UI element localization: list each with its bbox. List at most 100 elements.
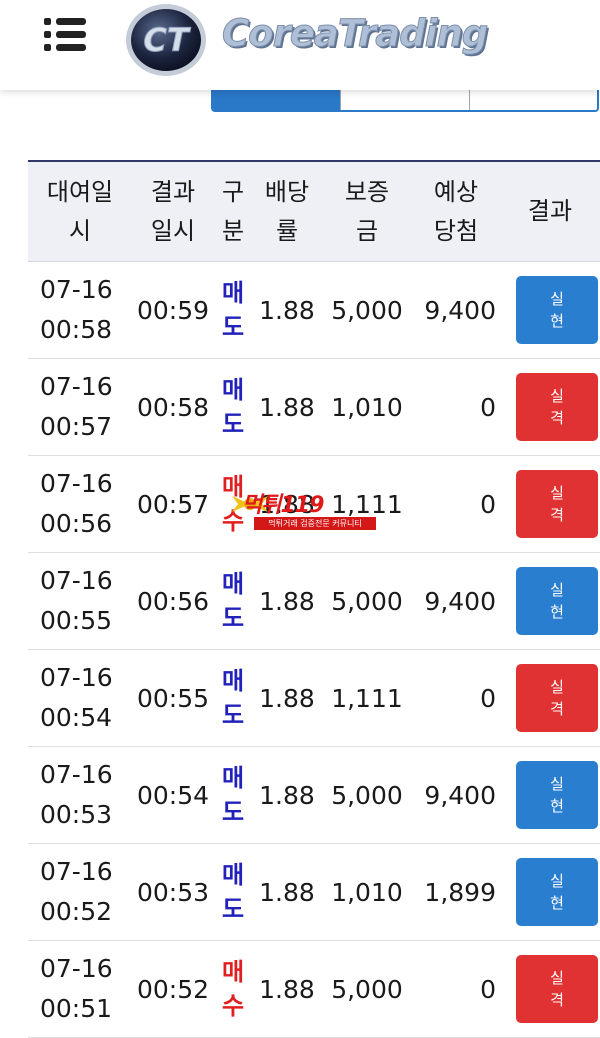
- trade-type-cell: 매도: [214, 261, 252, 359]
- rental-time: 00:58: [40, 315, 113, 344]
- trade-type-cell: 매도: [214, 552, 252, 650]
- expected-win-cell: 0: [412, 940, 500, 1038]
- header-type: 구분: [214, 161, 252, 262]
- rental-date: 07-16: [40, 275, 113, 304]
- result-cell: 실현: [500, 843, 600, 941]
- trade-type-line1: 매: [221, 570, 245, 598]
- result-button[interactable]: 실격: [516, 470, 598, 538]
- result-time-cell: 00:59: [132, 261, 214, 359]
- rental-date: 07-16: [40, 663, 113, 692]
- rental-time: 00:52: [40, 897, 113, 926]
- result-button-line1: 실: [550, 484, 564, 502]
- rental-datetime-cell: 07-16 00:51: [28, 940, 132, 1038]
- trade-type-cell: 매도: [214, 843, 252, 941]
- result-time-cell: 00:55: [132, 649, 214, 747]
- result-button[interactable]: 실격: [516, 955, 598, 1023]
- table-row: 07-16 00:54 00:55 매 도 1.88 1,111 0 실 격: [28, 649, 600, 747]
- header-type-line1: 구: [221, 177, 245, 206]
- table-header-row: 대여일 시 결과 일시 구분 배당 률 보증 금 예상 당첨 결과: [28, 161, 600, 262]
- result-button-line1: 실: [550, 290, 564, 308]
- rental-date: 07-16: [40, 469, 113, 498]
- result-time-cell: 00:57: [132, 455, 214, 553]
- deposit-cell: 1,010: [322, 358, 412, 456]
- expected-win-cell: 9,400: [412, 746, 500, 844]
- header-deposit-line2: 금: [355, 216, 379, 245]
- result-cell: 실격: [500, 358, 600, 456]
- table-row: 07-16 00:55 00:56 매 도 1.88 5,000 9,400 실 현: [28, 552, 600, 650]
- trade-type-line1: 매: [221, 861, 245, 889]
- rental-time: 00:53: [40, 800, 113, 829]
- header-result: 결과: [500, 161, 600, 262]
- trade-type-line1: 매: [221, 958, 245, 986]
- result-time-cell: 00:58: [132, 358, 214, 456]
- trade-type-line1: 매: [221, 667, 245, 695]
- result-button[interactable]: 실현: [516, 567, 598, 635]
- brand-logo-text: CoreaTrading: [221, 12, 488, 55]
- header-result-datetime-line1: 결과: [150, 177, 196, 206]
- result-button-line2: 격: [550, 409, 564, 427]
- rental-time: 00:56: [40, 509, 113, 538]
- odds-cell: 1.88: [252, 358, 322, 456]
- trade-type-line2: 도: [221, 798, 245, 826]
- watermark-logo: 먹튀119 먹튀거래 검증전문 커뮤니티: [230, 492, 376, 532]
- rental-datetime-cell: 07-16 00:52: [28, 843, 132, 941]
- odds-cell: 1.88: [252, 940, 322, 1038]
- table-row: 07-16 00:53 00:54 매 도 1.88 5,000 9,400 실 현: [28, 746, 600, 844]
- result-cell: 실현: [500, 746, 600, 844]
- header-rental-datetime-line2: 시: [68, 216, 92, 245]
- rental-date: 07-16: [40, 954, 113, 983]
- trade-results-table: 대여일 시 결과 일시 구분 배당 률 보증 금 예상 당첨 결과 07-16 00:58 0…: [28, 160, 600, 1038]
- result-button[interactable]: 실현: [516, 276, 598, 344]
- header-expected-win-line2: 당첨: [433, 216, 479, 245]
- rental-date: 07-16: [40, 372, 113, 401]
- result-button-line2: 현: [550, 312, 564, 330]
- deposit-cell: 5,000: [322, 746, 412, 844]
- result-cell: 실격: [500, 649, 600, 747]
- table-row: 07-16 00:52 00:53 매 도 1.88 1,010 1,899 실 현: [28, 843, 600, 941]
- result-button-line2: 격: [550, 506, 564, 524]
- logo-emblem-icon: CT: [126, 4, 206, 76]
- trade-type-line1: 매: [221, 764, 245, 792]
- deposit-cell: 5,000: [322, 261, 412, 359]
- header-rental-datetime: 대여일 시: [28, 161, 132, 262]
- odds-cell: 1.88: [252, 261, 322, 359]
- result-time-cell: 00:56: [132, 552, 214, 650]
- result-button-line1: 실: [550, 387, 564, 405]
- result-button-line2: 격: [550, 991, 564, 1009]
- result-cell: 실격: [500, 940, 600, 1038]
- result-button[interactable]: 실격: [516, 664, 598, 732]
- header-result-datetime-line2: 일시: [150, 216, 196, 245]
- table-row: 07-16 00:51 00:52 매 수 1.88 5,000 0 실 격: [28, 940, 600, 1038]
- result-button-line1: 실: [550, 872, 564, 890]
- header-odds-line1: 배당: [264, 177, 310, 206]
- deposit-cell: 5,000: [322, 940, 412, 1038]
- result-button-line2: 격: [550, 700, 564, 718]
- deposit-cell: 1,010: [322, 843, 412, 941]
- result-button-line1: 실: [550, 678, 564, 696]
- trade-type-line1: 매: [221, 279, 245, 307]
- header-deposit-line1: 보증: [344, 177, 390, 206]
- trade-type-line2: 수: [221, 992, 245, 1020]
- trade-type-line2: 도: [221, 604, 245, 632]
- result-time-cell: 00:54: [132, 746, 214, 844]
- logo-emblem-text: CT: [143, 21, 190, 59]
- watermark-title: 먹튀119: [242, 493, 324, 518]
- result-button-line2: 현: [550, 797, 564, 815]
- odds-cell: 1.88: [252, 843, 322, 941]
- result-button-line1: 실: [550, 969, 564, 987]
- result-button[interactable]: 실격: [516, 373, 598, 441]
- result-button-line1: 실: [550, 775, 564, 793]
- rental-datetime-cell: 07-16 00:57: [28, 358, 132, 456]
- deposit-cell: 1,111: [322, 649, 412, 747]
- result-button[interactable]: 실현: [516, 761, 598, 829]
- expected-win-cell: 1,899: [412, 843, 500, 941]
- result-button[interactable]: 실현: [516, 858, 598, 926]
- trade-type-line2: 도: [221, 895, 245, 923]
- rental-datetime-cell: 07-16 00:53: [28, 746, 132, 844]
- result-cell: 실격: [500, 455, 600, 553]
- trade-type-cell: 매도: [214, 746, 252, 844]
- expected-win-cell: 9,400: [412, 552, 500, 650]
- result-time-cell: 00:52: [132, 940, 214, 1038]
- expected-win-cell: 0: [412, 649, 500, 747]
- hamburger-menu-icon[interactable]: [44, 18, 86, 52]
